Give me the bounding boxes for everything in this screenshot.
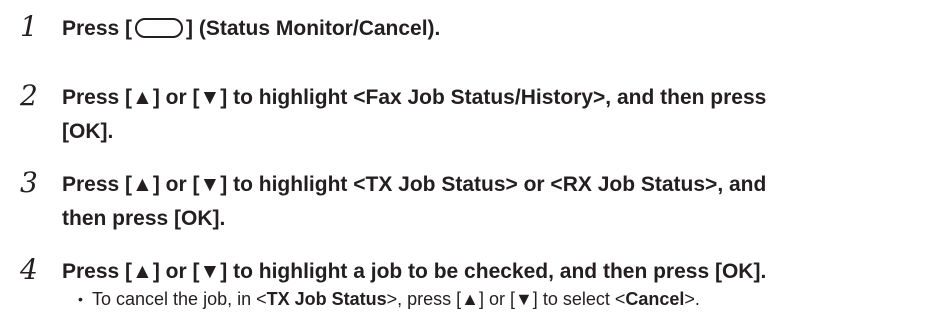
instruction-page: { "steps": [ { "number": "1", "text_befo… <box>0 0 930 329</box>
note-bold-text: TX Job Status <box>266 289 387 309</box>
step-text-after: ] (Status Monitor/Cancel). <box>186 17 441 40</box>
cancel-note: • To cancel the job, in <TX Job Status>, … <box>78 286 922 312</box>
step-line: Press [▲] or [▼] to highlight <TX Job St… <box>62 173 767 196</box>
step-number: 1 <box>20 10 38 43</box>
step-instruction: Press [▲] or [▼] to highlight <TX Job St… <box>62 168 922 236</box>
step-text-before: Press [ <box>62 17 133 40</box>
step-number: 4 <box>20 253 38 286</box>
note-text: To cancel the job, in < <box>92 289 267 309</box>
step-number: 3 <box>20 166 38 199</box>
note-text: >, press [▲] or [▼] to select < <box>386 289 626 309</box>
note-bold-text: Cancel <box>625 289 685 309</box>
step-instruction: Press [ ] (Status Monitor/Cancel). <box>62 12 922 46</box>
status-monitor-key-icon <box>135 18 184 38</box>
step-line: then press [OK]. <box>62 207 226 230</box>
step-line: Press [▲] or [▼] to highlight <Fax Job S… <box>62 86 767 109</box>
step-instruction: Press [▲] or [▼] to highlight a job to b… <box>62 255 922 289</box>
step-line: [OK]. <box>62 120 114 143</box>
step-instruction: Press [▲] or [▼] to highlight <Fax Job S… <box>62 81 922 149</box>
step-number: 2 <box>20 79 38 112</box>
step-line: Press [▲] or [▼] to highlight a job to b… <box>62 260 767 283</box>
bullet-icon: • <box>78 291 83 307</box>
note-text: >. <box>684 289 700 309</box>
